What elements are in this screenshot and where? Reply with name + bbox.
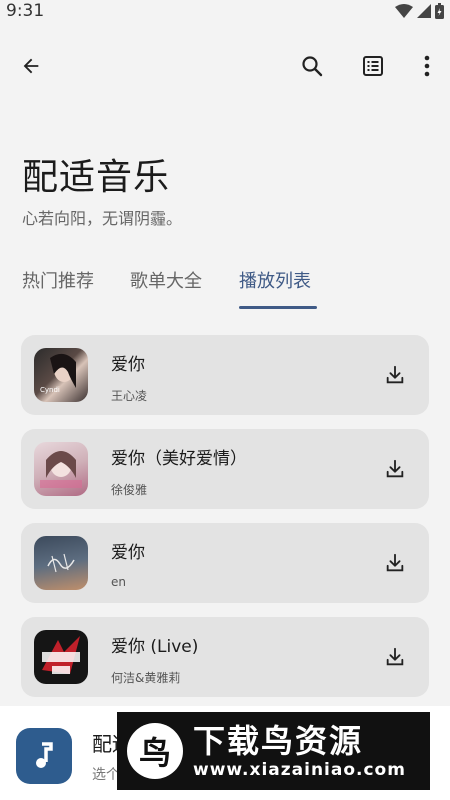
download-button[interactable] xyxy=(381,361,409,389)
svg-text:Cyndi: Cyndi xyxy=(40,386,60,394)
more-options-button[interactable] xyxy=(409,48,445,84)
song-artist: 何洁&黄雅莉 xyxy=(111,671,181,685)
song-title: 爱你 (Live) xyxy=(111,637,199,657)
download-button[interactable] xyxy=(381,455,409,483)
song-title: 爱你 xyxy=(111,355,145,375)
wifi-icon xyxy=(395,4,413,18)
music-note-icon xyxy=(36,742,53,768)
tab-hot-recommend[interactable]: 热门推荐 xyxy=(22,267,94,293)
song-artist: 徐俊雅 xyxy=(111,483,148,497)
album-cover: Cyndi xyxy=(34,348,88,402)
song-item[interactable]: 爱你 (Live) 何洁&黄雅莉 xyxy=(21,617,429,697)
status-time: 9:31 xyxy=(6,1,45,21)
song-item[interactable]: 爱你（美好爱情） 徐俊雅 xyxy=(21,429,429,509)
tab-play-queue[interactable]: 播放列表 xyxy=(239,267,311,293)
watermark-url: www.xiazainiao.com xyxy=(193,760,406,780)
download-icon xyxy=(386,647,404,666)
album-cover xyxy=(34,630,88,684)
song-title: 爱你（美好爱情） xyxy=(111,449,247,469)
song-item[interactable]: Cyndi 爱你 王心凌 xyxy=(21,335,429,415)
download-icon xyxy=(386,553,404,572)
page-subtitle: 心若向阳，无谓阴霾。 xyxy=(22,209,183,228)
song-artist: 王心凌 xyxy=(111,389,148,403)
player-art xyxy=(16,728,72,784)
signal-icon xyxy=(417,4,431,18)
player-subtitle: 选个 xyxy=(92,767,120,783)
status-icons xyxy=(395,2,444,20)
page-title: 配适音乐 xyxy=(22,157,171,198)
status-bar: 9:31 xyxy=(0,0,450,24)
search-button[interactable] xyxy=(294,48,330,84)
tab-bar: 热门推荐 歌单大全 播放列表 xyxy=(0,262,450,312)
watermark-text: 下载鸟资源 www.xiazainiao.com xyxy=(193,722,406,780)
album-cover xyxy=(34,536,88,590)
watermark-logo-icon: 鸟 xyxy=(127,723,183,779)
download-button[interactable] xyxy=(381,643,409,671)
download-icon xyxy=(386,365,404,384)
download-button[interactable] xyxy=(381,549,409,577)
watermark-brand: 下载鸟资源 xyxy=(193,722,364,760)
tab-indicator xyxy=(239,306,317,309)
tab-playlists[interactable]: 歌单大全 xyxy=(130,267,202,293)
more-icon xyxy=(424,55,430,77)
back-arrow-icon xyxy=(23,58,39,74)
app-bar xyxy=(0,42,450,90)
watermark-banner: 鸟 下载鸟资源 www.xiazainiao.com xyxy=(117,712,430,790)
search-icon xyxy=(302,56,323,77)
battery-icon xyxy=(435,3,444,19)
download-icon xyxy=(386,459,404,478)
album-cover xyxy=(34,442,88,496)
list-icon xyxy=(363,56,383,76)
song-item[interactable]: 爱你 en xyxy=(21,523,429,603)
song-title: 爱你 xyxy=(111,543,145,563)
playlist-button[interactable] xyxy=(355,48,391,84)
back-button[interactable] xyxy=(13,48,49,84)
song-artist: en xyxy=(111,575,126,589)
